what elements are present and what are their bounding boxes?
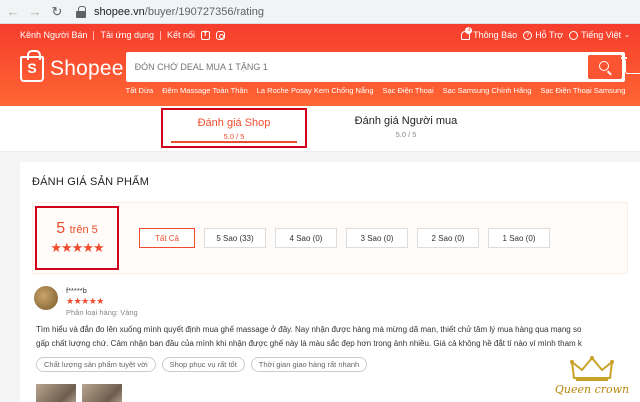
shopee-logo[interactable]: S Shopee: [20, 50, 124, 82]
rating-score-box: 5 trên 5 ★★★★★: [35, 206, 119, 270]
language-label: Tiếng Việt: [581, 30, 622, 40]
rating-filters: Tất Cả 5 Sao (33) 4 Sao (0) 3 Sao (0) 2 …: [139, 228, 550, 248]
watermark-text: Queen crown: [554, 383, 630, 396]
suggestion-link[interactable]: La Roche Posay Kem Chống Nắng: [257, 86, 374, 95]
help-icon: ?: [523, 30, 533, 40]
filter-3-star-button[interactable]: 3 Sao (0): [346, 228, 408, 248]
tab-score: 5.0 / 5: [223, 132, 245, 141]
help-link[interactable]: ? Hỗ Trợ: [523, 30, 563, 40]
suggestion-link[interactable]: Sạc Điện Thoại Samsung: [540, 86, 625, 95]
download-app-link[interactable]: Tải ứng dụng: [100, 30, 154, 40]
queen-crown-watermark: Queen crown: [552, 356, 632, 396]
notifications-label: Thông Báo: [473, 30, 518, 40]
product-ratings-panel: ĐÁNH GIÁ SẢN PHẨM 5 trên 5 ★★★★★ Tất Cả …: [20, 162, 640, 402]
logo-mark: S: [27, 60, 37, 76]
filter-2-star-button[interactable]: 2 Sao (0): [417, 228, 479, 248]
product-variant: Phân loại hàng: Vàng: [66, 308, 138, 317]
suggestion-link[interactable]: Đệm Massage Toàn Thân: [162, 86, 248, 95]
connect-label: Kết nối: [167, 30, 196, 40]
suggestion-link[interactable]: Sạc Samsung Chính Hãng: [443, 86, 532, 95]
instagram-icon[interactable]: [216, 30, 226, 40]
bell-icon: 3: [461, 26, 473, 40]
chevron-down-icon: ⌄: [624, 32, 630, 39]
divider: [160, 30, 162, 40]
rating-overview: 5 trên 5 ★★★★★ Tất Cả 5 Sao (33) 4 Sao (…: [32, 202, 628, 274]
suggestion-link[interactable]: Tất Dừa: [126, 86, 154, 95]
review-tags: Chất lượng sản phẩm tuyệt vời Shop phục …: [36, 357, 628, 372]
browser-toolbar: ← → ↻ shopee.vn/buyer/190727356/rating: [0, 0, 640, 24]
review-stars-icon: ★★★★★: [66, 296, 104, 306]
rating-tabs: Đánh giá Shop 5.0 / 5 Đánh giá Người mua…: [0, 106, 640, 152]
review-photo[interactable]: [36, 384, 76, 402]
section-title: ĐÁNH GIÁ SẢN PHẨM: [32, 176, 150, 188]
review-photo[interactable]: [82, 384, 122, 402]
review-images: [36, 384, 628, 402]
avatar[interactable]: [34, 286, 58, 310]
logo-text: Shopee: [50, 56, 124, 80]
site-header: Kênh Người Bán Tải ứng dụng Kết nối 3 Th…: [0, 24, 640, 106]
search-bar: [125, 52, 626, 82]
review-tag: Shop phục vụ rất tốt: [161, 357, 245, 372]
search-suggestions: Tất Dừa Đệm Massage Toàn Thân La Roche P…: [126, 86, 626, 95]
tab-label: Đánh giá Người mua: [354, 115, 458, 127]
review-text: Tìm hiểu và đắn đo lên xuống mình quyết …: [36, 325, 582, 348]
score-out-of: trên 5: [69, 224, 98, 236]
facebook-icon[interactable]: [201, 30, 211, 40]
lock-icon[interactable]: [76, 5, 86, 18]
filter-1-star-button[interactable]: 1 Sao (0): [488, 228, 550, 248]
tab-buyer-rating[interactable]: Đánh giá Người mua 5.0 / 5: [333, 106, 479, 151]
globe-icon: [569, 30, 579, 40]
url-path: /buyer/190727356/rating: [144, 5, 265, 18]
divider: [93, 30, 95, 40]
seller-center-link[interactable]: Kênh Người Bán: [20, 30, 87, 40]
score-value: 5: [56, 220, 66, 237]
header-topbar: Kênh Người Bán Tải ứng dụng Kết nối 3 Th…: [0, 24, 640, 46]
address-bar[interactable]: shopee.vn/buyer/190727356/rating: [94, 6, 264, 18]
star-rating-icon: ★★★★★: [50, 240, 104, 255]
filter-4-star-button[interactable]: 4 Sao (0): [275, 228, 337, 248]
language-selector[interactable]: Tiếng Việt ⌄: [569, 30, 630, 40]
reload-icon[interactable]: ↻: [50, 0, 64, 24]
review-tag: Chất lượng sản phẩm tuyệt vời: [36, 357, 156, 372]
cart-button[interactable]: [621, 52, 640, 74]
search-input[interactable]: [128, 62, 589, 72]
back-arrow-icon[interactable]: ←: [6, 0, 20, 24]
cart-icon: [621, 57, 640, 74]
review-tag: Thời gian giao hàng rất nhanh: [250, 357, 368, 372]
reviewer-name: f*****b: [66, 286, 87, 295]
tab-shop-rating[interactable]: Đánh giá Shop 5.0 / 5: [161, 108, 307, 148]
tab-label: Đánh giá Shop: [197, 117, 271, 129]
crown-icon: [570, 356, 614, 381]
suggestion-link[interactable]: Sạc Điện Thoại: [383, 86, 434, 95]
review-item: f*****b ★★★★★ Phân loại hàng: Vàng Tìm h…: [32, 286, 628, 402]
forward-arrow-icon[interactable]: →: [28, 0, 42, 24]
url-domain: shopee.vn: [94, 5, 145, 18]
notifications-link[interactable]: 3 Thông Báo: [461, 26, 518, 40]
search-button[interactable]: [588, 55, 623, 79]
filter-all-button[interactable]: Tất Cả: [139, 228, 195, 248]
help-label: Hỗ Trợ: [535, 30, 564, 40]
rating-score: 5 trên 5: [56, 220, 98, 238]
filter-5-star-button[interactable]: 5 Sao (33): [204, 228, 266, 248]
notification-badge: 3: [465, 26, 473, 34]
shopping-bag-icon: S: [20, 50, 44, 82]
tab-score: 5.0 / 5: [395, 130, 417, 139]
